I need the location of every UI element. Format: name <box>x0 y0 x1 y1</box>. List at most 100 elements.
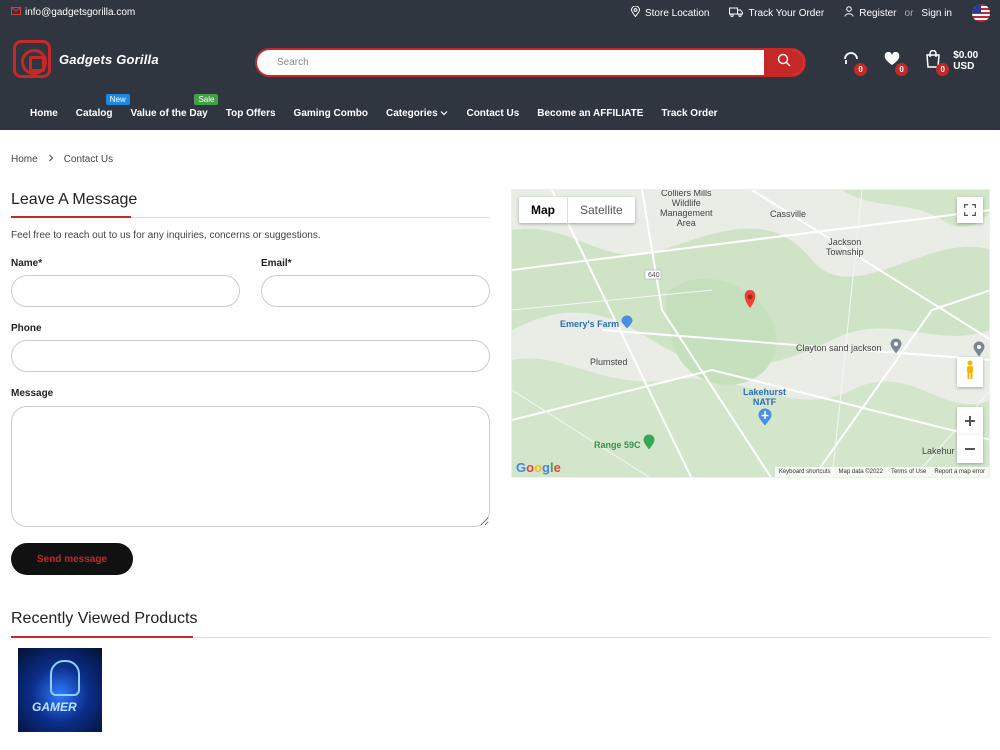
sale-tag: Sale <box>194 94 219 105</box>
truck-icon <box>729 7 744 20</box>
map-tab-map[interactable]: Map <box>519 197 568 223</box>
breadcrumb: Home Contact Us <box>11 154 113 165</box>
name-label: Name* <box>11 258 43 269</box>
email-text: info@gadgetsgorilla.com <box>25 7 136 18</box>
map-route-label: 640 <box>648 272 660 279</box>
main-nav: Home Catalog New Value of the Day Sale Top… <box>0 94 1000 130</box>
keyboard-shortcuts-link[interactable]: Keyboard shortcuts <box>779 469 831 475</box>
place-pin-icon <box>890 338 902 359</box>
cart-button[interactable]: 0 <box>922 49 950 76</box>
nav-item-categories-label: Categories <box>386 108 438 119</box>
mail-icon <box>11 7 21 18</box>
message-field[interactable] <box>11 406 490 527</box>
chevron-right-icon <box>48 154 54 165</box>
map-label-clayton[interactable]: Clayton sand jackson <box>796 343 882 353</box>
gamer-lamp-head-graphic <box>50 660 80 696</box>
map-pin-icon <box>630 5 640 20</box>
compare-count-badge: 0 <box>854 63 868 76</box>
map-label-range-59c[interactable]: Range 59C <box>594 440 641 450</box>
or-text: or <box>904 7 914 19</box>
zoom-out-button[interactable] <box>957 435 983 463</box>
track-your-order-label: Track Your Order <box>748 7 825 19</box>
email-link[interactable]: info@gadgetsgorilla.com <box>11 7 135 18</box>
form-description: Feel free to reach out to us for any inq… <box>11 230 321 241</box>
shopping-place-icon <box>621 315 633 334</box>
map-tab-satellite[interactable]: Satellite <box>568 197 635 223</box>
email-label: Email* <box>261 258 292 269</box>
map-label-colliers: Colliers Mills Wildlife Management Area <box>660 189 713 228</box>
logo-mark-icon <box>13 40 51 78</box>
recently-viewed-title: Recently Viewed Products <box>11 610 198 627</box>
nav-item-track-order[interactable]: Track Order <box>661 108 717 119</box>
nav-item-home[interactable]: Home <box>30 108 58 119</box>
compare-button[interactable]: 0 <box>840 50 868 76</box>
map-label-jackson: Jackson Township <box>826 237 864 257</box>
report-map-error-link[interactable]: Report a map error <box>934 469 985 475</box>
recent-product-thumbnail[interactable]: GAMER <box>18 648 102 732</box>
nav-item-categories[interactable]: Categories <box>386 108 448 119</box>
name-field[interactable] <box>11 275 240 307</box>
phone-label: Phone <box>11 323 42 334</box>
zoom-in-button[interactable] <box>957 407 983 435</box>
nav-item-contact-us[interactable]: Contact Us <box>466 108 519 119</box>
sign-in-link[interactable]: Sign in <box>921 8 952 19</box>
map-label-emerys-farm[interactable]: Emery's Farm <box>560 319 619 329</box>
register-link[interactable]: Register <box>859 8 896 19</box>
wishlist-button[interactable]: 0 <box>881 50 909 76</box>
send-message-button[interactable]: Send message <box>11 543 133 575</box>
plus-icon <box>964 411 976 432</box>
search-icon <box>777 53 791 72</box>
map-data-text: Map data ©2022 <box>838 469 883 475</box>
us-flag-icon[interactable] <box>972 4 990 22</box>
cart-count-badge: 0 <box>936 63 950 76</box>
message-label: Message <box>11 388 54 399</box>
track-your-order-link[interactable]: Track Your Order <box>729 7 824 20</box>
map-type-control: Map Satellite <box>519 197 635 223</box>
form-title-accent <box>11 216 131 218</box>
search-input[interactable] <box>257 50 765 75</box>
nav-item-catalog[interactable]: Catalog New <box>75 94 130 119</box>
breadcrumb-home[interactable]: Home <box>11 154 38 165</box>
nav-item-value-label: Value of the Day <box>130 108 208 119</box>
account-links: Register or Sign in <box>844 6 952 20</box>
map-terrain <box>512 190 989 477</box>
new-tag: New <box>105 94 130 105</box>
logo-text: Gadgets Gorilla <box>59 51 159 67</box>
wishlist-count-badge: 0 <box>895 63 909 76</box>
nav-item-catalog-label: Catalog <box>75 108 113 119</box>
phone-field[interactable] <box>11 340 490 372</box>
cart-total[interactable]: $0.00 USD <box>953 50 1000 72</box>
recently-viewed-accent <box>11 636 193 638</box>
nav-item-gaming-combo[interactable]: Gaming Combo <box>294 108 368 119</box>
google-map[interactable]: Colliers Mills Wildlife Management Area … <box>511 189 990 478</box>
fullscreen-icon <box>963 200 977 221</box>
map-footer: Keyboard shortcuts Map data ©2022 Terms … <box>774 467 989 477</box>
terms-of-use-link[interactable]: Terms of Use <box>891 469 926 475</box>
store-location-label: Store Location <box>644 7 710 19</box>
map-label-lakehurst: Lakehur <box>922 446 955 456</box>
product-image-text: GAMER <box>32 700 77 714</box>
logo[interactable]: Gadgets Gorilla <box>13 40 159 78</box>
pegman-icon <box>965 360 975 385</box>
breadcrumb-current: Contact Us <box>63 154 114 165</box>
store-location-link[interactable]: Store Location <box>630 5 710 20</box>
airport-icon <box>758 408 772 431</box>
nav-item-value-of-the-day[interactable]: Value of the Day Sale <box>130 94 219 119</box>
user-icon <box>844 6 854 20</box>
minus-icon <box>964 439 976 460</box>
search-bar <box>255 48 806 77</box>
park-pin-icon <box>643 434 655 455</box>
fullscreen-button[interactable] <box>957 197 983 223</box>
street-view-button[interactable] <box>957 357 983 387</box>
nav-item-affiliate[interactable]: Become an AFFILIATE <box>537 108 643 119</box>
email-field[interactable] <box>261 275 490 307</box>
map-label-cassville: Cassville <box>770 209 807 219</box>
chevron-down-icon <box>440 108 448 119</box>
google-logo: Google <box>516 460 561 475</box>
nav-item-top-offers[interactable]: Top Offers <box>226 108 276 119</box>
map-label-lakehurst-natf[interactable]: Lakehurst NATF <box>743 387 786 407</box>
search-button[interactable] <box>764 50 804 75</box>
header: Gadgets Gorilla 0 0 0 $0.00 U <box>0 26 1000 98</box>
map-label-plumsted: Plumsted <box>590 357 628 367</box>
top-bar: info@gadgetsgorilla.com Store Location T… <box>0 0 1000 26</box>
